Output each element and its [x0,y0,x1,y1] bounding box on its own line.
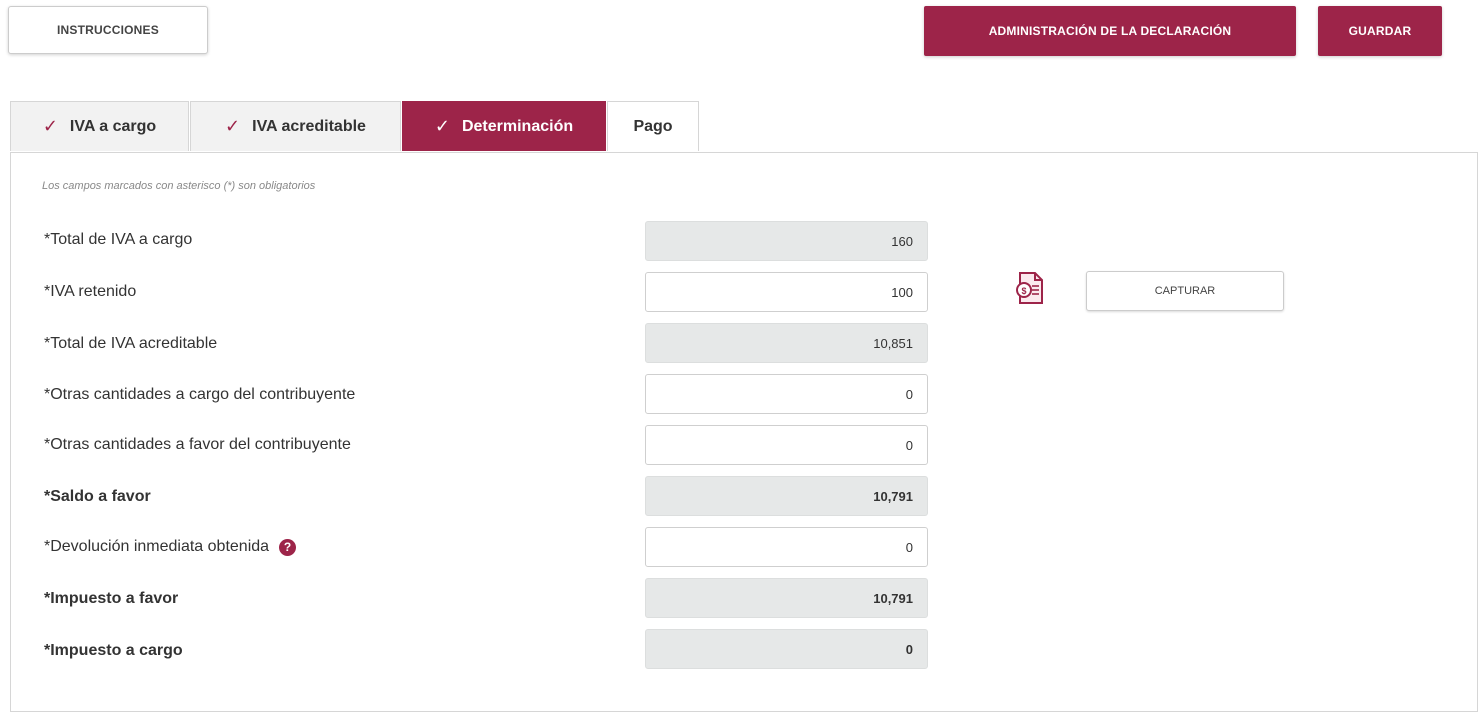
tab-iva-a-cargo[interactable]: ✓ IVA a cargo [10,101,189,151]
total-iva-acreditable-field [645,323,928,363]
tab-bar: ✓ IVA a cargo ✓ IVA acreditable ✓ Determ… [10,101,700,153]
tab-label: IVA a cargo [69,117,157,135]
label-iva-retenido: *IVA retenido [44,283,137,300]
devolucion-inmediata-field[interactable] [645,527,928,567]
check-icon: ✓ [434,116,450,136]
tab-label: Pago [633,117,673,135]
iva-retenido-field[interactable] [645,272,928,312]
document-search-icon[interactable]: $ [1012,270,1048,306]
label-total-iva-acreditable: *Total de IVA acreditable [44,335,218,352]
saldo-a-favor-field [645,476,928,516]
impuesto-a-cargo-field [645,629,928,669]
total-iva-a-cargo-field [645,221,928,261]
otras-cantidades-a-favor-field[interactable] [645,425,928,465]
question-circle-icon[interactable]: ? [279,538,297,556]
otras-cantidades-a-cargo-field[interactable] [645,374,928,414]
check-icon: ✓ [42,116,58,136]
instructions-button[interactable]: INSTRUCCIONES [8,6,208,54]
tab-iva-acreditable[interactable]: ✓ IVA acreditable [190,101,401,151]
required-fields-note: Los campos marcados con asterisco (*) so… [42,180,316,192]
label-otras-cantidades-a-favor: *Otras cantidades a favor del contribuye… [44,436,351,453]
label-impuesto-a-favor: *Impuesto a favor [44,590,179,607]
tab-pago[interactable]: Pago [607,101,699,151]
impuesto-a-favor-field [645,578,928,618]
tab-label: IVA acreditable [252,117,366,135]
tab-determinacion[interactable]: ✓ Determinación [402,101,606,151]
label-saldo-a-favor: *Saldo a favor [44,488,151,505]
label-otras-cantidades-a-cargo: *Otras cantidades a cargo del contribuye… [44,386,356,403]
admin-declaration-button[interactable]: ADMINISTRACIÓN DE LA DECLARACIÓN [924,6,1296,56]
svg-text:$: $ [1021,286,1026,296]
check-icon: ✓ [225,116,241,136]
capture-button[interactable]: CAPTURAR [1086,271,1284,311]
label-impuesto-a-cargo: *Impuesto a cargo [44,642,183,659]
label-devolucion-inmediata: *Devolución inmediata obtenida ? [44,538,297,556]
tab-label: Determinación [461,117,574,135]
save-button[interactable]: GUARDAR [1318,6,1442,56]
label-total-iva-a-cargo: *Total de IVA a cargo [44,231,193,248]
